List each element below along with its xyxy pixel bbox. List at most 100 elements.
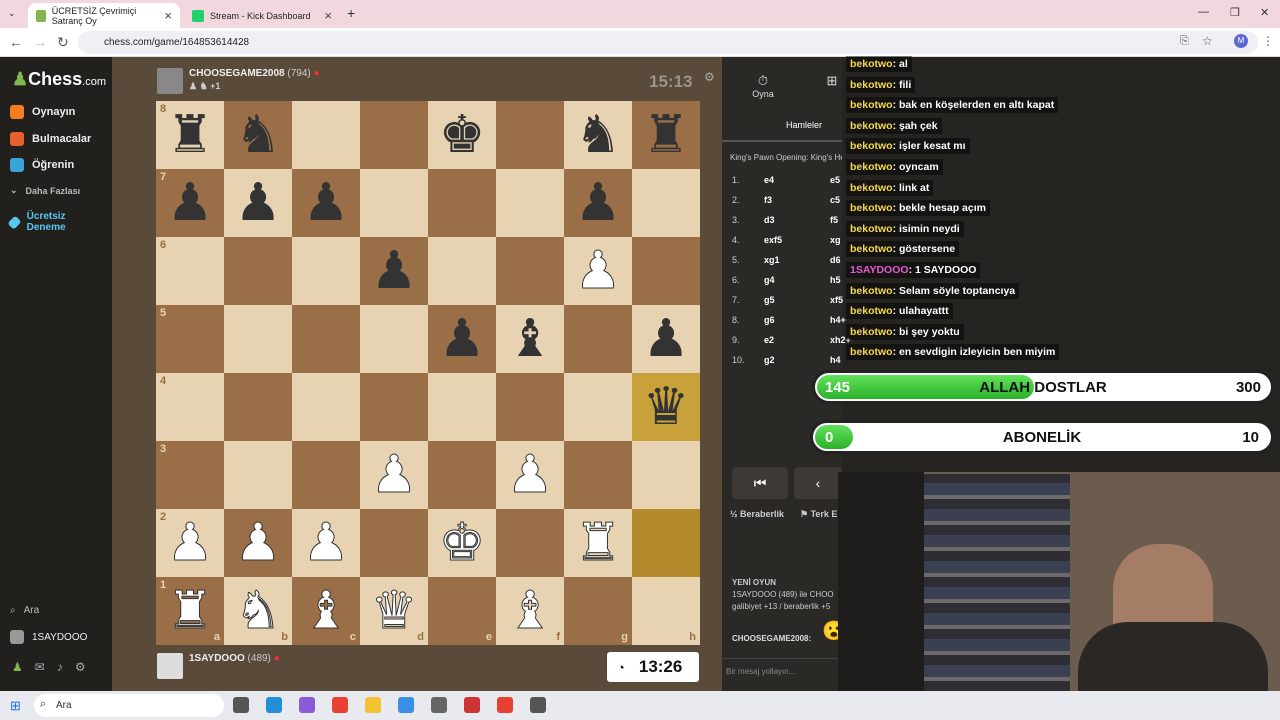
black-move[interactable]: h4 <box>830 355 841 365</box>
board-settings-icon[interactable]: ⚙ <box>704 70 715 84</box>
square-h2[interactable] <box>632 509 700 577</box>
player-avatar[interactable] <box>157 68 183 94</box>
white-move[interactable]: exf5 <box>764 235 782 245</box>
square-f4[interactable] <box>496 373 564 441</box>
square-f8[interactable] <box>496 101 564 169</box>
white-move[interactable]: g6 <box>764 315 775 325</box>
square-c8[interactable] <box>292 101 360 169</box>
square-g1[interactable]: g <box>564 577 632 645</box>
close-icon[interactable]: × <box>164 8 172 23</box>
square-h4[interactable]: ♛ <box>632 373 700 441</box>
tab-play[interactable]: ⏱ Oyna <box>750 73 776 99</box>
square-a8[interactable]: 8 ♜ <box>156 101 224 169</box>
url-field[interactable]: chess.com/game/164853614428 <box>78 31 1258 54</box>
square-c2[interactable]: ♟ <box>292 509 360 577</box>
square-a5[interactable]: 5 <box>156 305 224 373</box>
black-move[interactable]: xf5 <box>830 295 843 305</box>
square-b5[interactable] <box>224 305 292 373</box>
sidebar-item-free-trial[interactable]: Ücretsiz Deneme <box>7 211 90 233</box>
square-b1[interactable]: b ♞ <box>224 577 292 645</box>
square-e2[interactable]: ♚ <box>428 509 496 577</box>
sidebar-search[interactable]: ⌕ Ara <box>10 605 39 616</box>
black-pawn-piece[interactable]: ♟ <box>303 177 350 229</box>
square-h8[interactable]: ♜ <box>632 101 700 169</box>
obs-icon[interactable] <box>464 697 480 713</box>
black-pawn-piece[interactable]: ♟ <box>575 177 622 229</box>
square-g2[interactable]: ♜ <box>564 509 632 577</box>
white-pawn-piece[interactable]: ♟ <box>370 449 418 502</box>
square-f3[interactable]: ♟ <box>496 441 564 509</box>
square-b6[interactable] <box>224 237 292 305</box>
black-move[interactable]: xg <box>830 235 841 245</box>
gear-icon[interactable]: ⚙ <box>75 660 86 674</box>
store-icon[interactable] <box>431 697 447 713</box>
tab-kick[interactable]: Stream - Kick Dashboard × <box>184 3 340 28</box>
player-name[interactable]: 1SAYDOOO <box>189 653 245 664</box>
square-d5[interactable] <box>360 305 428 373</box>
white-move[interactable]: e2 <box>764 335 774 345</box>
square-b4[interactable] <box>224 373 292 441</box>
bell-icon[interactable]: ♪ <box>57 660 63 674</box>
white-pawn-piece[interactable]: ♟ <box>574 245 622 298</box>
white-king-piece[interactable]: ♚ <box>438 517 486 570</box>
mail-app-icon[interactable] <box>398 697 414 713</box>
tab-list-icon[interactable]: ⌄ <box>8 8 16 19</box>
file-explorer-icon[interactable] <box>365 697 381 713</box>
white-move[interactable]: e4 <box>764 175 774 185</box>
sidebar-item-play[interactable]: Oynayın <box>10 105 75 119</box>
square-d1[interactable]: d ♛ <box>360 577 428 645</box>
square-d2[interactable] <box>360 509 428 577</box>
sidebar-item-more[interactable]: ⌄ Daha Fazlası <box>10 185 80 196</box>
square-c1[interactable]: c ♝ <box>292 577 360 645</box>
square-g8[interactable]: ♞ <box>564 101 632 169</box>
black-king-piece[interactable]: ♚ <box>439 109 486 161</box>
white-bishop-piece[interactable]: ♝ <box>506 585 554 638</box>
copilot-icon[interactable] <box>299 697 315 713</box>
square-e5[interactable]: ♟ <box>428 305 496 373</box>
white-bishop-piece[interactable]: ♝ <box>302 585 350 638</box>
chess-logo[interactable]: ♟Chess.com <box>12 69 106 90</box>
square-c5[interactable] <box>292 305 360 373</box>
black-rook-piece[interactable]: ♜ <box>643 109 690 161</box>
tab-new-game[interactable]: ⊞ <box>822 73 842 89</box>
square-e6[interactable] <box>428 237 496 305</box>
white-move[interactable]: f3 <box>764 195 772 205</box>
black-knight-piece[interactable]: ♞ <box>575 109 622 161</box>
profile-avatar[interactable]: M <box>1234 34 1248 48</box>
black-pawn-piece[interactable]: ♟ <box>235 177 282 229</box>
tab-moves[interactable]: Hamleler <box>786 120 822 130</box>
install-icon[interactable]: ⎘ <box>1180 35 1189 48</box>
black-rook-piece[interactable]: ♜ <box>167 109 214 161</box>
black-move[interactable]: c5 <box>830 195 840 205</box>
square-d7[interactable] <box>360 169 428 237</box>
square-a7[interactable]: 7 ♟ <box>156 169 224 237</box>
player-name[interactable]: CHOOSEGAME2008 <box>189 68 285 79</box>
square-g4[interactable] <box>564 373 632 441</box>
sidebar-item-learn[interactable]: Öğrenin <box>10 158 74 172</box>
settings-icon[interactable] <box>530 697 546 713</box>
square-e7[interactable] <box>428 169 496 237</box>
square-h7[interactable] <box>632 169 700 237</box>
square-c7[interactable]: ♟ <box>292 169 360 237</box>
black-pawn-piece[interactable]: ♟ <box>439 313 486 365</box>
square-a1[interactable]: 1 a ♜ <box>156 577 224 645</box>
black-move[interactable]: f5 <box>830 215 838 225</box>
square-c3[interactable] <box>292 441 360 509</box>
black-queen-piece[interactable]: ♛ <box>643 381 690 433</box>
forward-icon[interactable]: → <box>33 34 47 50</box>
black-move[interactable]: h5 <box>830 275 841 285</box>
square-h1[interactable]: h <box>632 577 700 645</box>
prev-move-button[interactable]: ‹ <box>794 467 842 499</box>
square-d8[interactable] <box>360 101 428 169</box>
white-knight-piece[interactable]: ♞ <box>234 585 282 638</box>
square-d4[interactable] <box>360 373 428 441</box>
square-e1[interactable]: e <box>428 577 496 645</box>
restore-icon[interactable]: ❐ <box>1230 6 1240 19</box>
square-g5[interactable] <box>564 305 632 373</box>
chat-input[interactable]: Bir mesaj yollayın... <box>722 658 842 683</box>
player-avatar[interactable] <box>157 653 183 679</box>
square-h3[interactable] <box>632 441 700 509</box>
windows-start-icon[interactable]: ⊞ <box>10 698 21 714</box>
square-d3[interactable]: ♟ <box>360 441 428 509</box>
white-move[interactable]: xg1 <box>764 255 780 265</box>
